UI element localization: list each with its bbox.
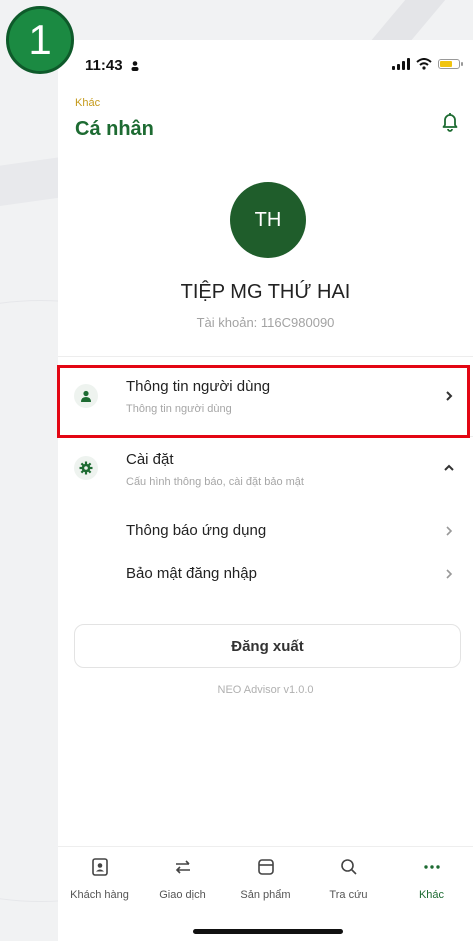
wifi-icon bbox=[416, 58, 432, 70]
settings-menu-item[interactable]: Cài đặt Cấu hình thông báo, cài đặt bảo … bbox=[58, 440, 473, 500]
chevron-right-icon bbox=[446, 526, 453, 536]
tab-products[interactable]: Sản phẩm bbox=[224, 857, 307, 901]
app-notification-item[interactable]: Thông báo ứng dụng bbox=[58, 512, 473, 550]
user-name: TIỆP MG THỨ HAI bbox=[180, 281, 351, 303]
account-number: Tài khoản: 116C980090 bbox=[196, 315, 335, 330]
tab-transactions[interactable]: Giao dịch bbox=[141, 857, 224, 901]
phone-screen: 11:43 Khác Cá nhân TH TIỆP MG THỨ HAI Tà… bbox=[58, 40, 473, 941]
contact-card-icon bbox=[91, 858, 108, 876]
settings-subtitle: Cấu hình thông báo, cài đặt bảo mật bbox=[126, 476, 304, 488]
search-icon bbox=[340, 859, 357, 875]
signal-icon bbox=[392, 58, 410, 70]
login-security-item[interactable]: Bảo mật đăng nhập bbox=[58, 555, 473, 593]
status-time: 11:43 bbox=[85, 57, 123, 74]
login-security-label: Bảo mật đăng nhập bbox=[126, 565, 257, 582]
breadcrumb[interactable]: Khác bbox=[75, 97, 100, 109]
battery-icon bbox=[438, 59, 463, 69]
app-version: NEO Advisor v1.0.0 bbox=[217, 684, 314, 696]
highlight-annotation-box bbox=[57, 365, 470, 438]
home-indicator bbox=[193, 929, 343, 934]
app-notification-label: Thông báo ứng dụng bbox=[126, 522, 267, 539]
tab-label: Khác bbox=[418, 889, 445, 901]
tab-label: Khách hàng bbox=[70, 889, 129, 901]
avatar: TH bbox=[230, 182, 306, 258]
swap-arrows-icon bbox=[175, 860, 190, 874]
tab-label: Tra cứu bbox=[329, 889, 368, 901]
gear-icon bbox=[79, 461, 93, 475]
status-icons bbox=[392, 58, 463, 70]
bottom-tab-bar: Khách hàng Giao dịch Sản phẩm Tra cứu Kh… bbox=[58, 846, 473, 941]
tab-lookup[interactable]: Tra cứu bbox=[307, 857, 390, 901]
bell-icon[interactable] bbox=[439, 110, 461, 132]
box-icon bbox=[257, 859, 274, 875]
logout-button[interactable]: Đăng xuất bbox=[74, 624, 461, 668]
tab-label: Sản phẩm bbox=[240, 889, 291, 901]
more-dots-icon bbox=[423, 865, 440, 869]
chevron-up-icon bbox=[444, 464, 454, 471]
page-title: Cá nhân bbox=[75, 118, 154, 140]
settings-title: Cài đặt bbox=[126, 451, 174, 468]
divider bbox=[58, 356, 473, 357]
person-status-icon bbox=[131, 61, 139, 71]
status-bar: 11:43 bbox=[58, 40, 473, 90]
chevron-right-icon bbox=[446, 569, 453, 579]
gear-icon-wrap bbox=[74, 456, 98, 480]
tab-label: Giao dịch bbox=[159, 889, 206, 901]
tab-more[interactable]: Khác bbox=[390, 857, 473, 901]
tab-customers[interactable]: Khách hàng bbox=[58, 857, 141, 901]
step-number-badge: 1 bbox=[6, 6, 74, 74]
